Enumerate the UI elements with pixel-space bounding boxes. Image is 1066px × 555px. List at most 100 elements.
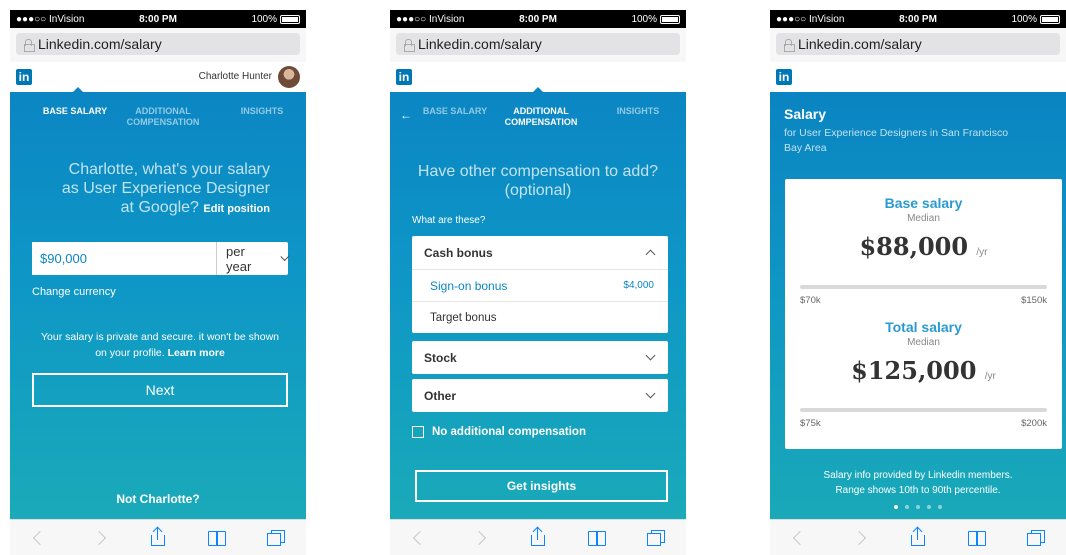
tabs-button[interactable]: [265, 527, 287, 549]
learn-more-link[interactable]: Learn more: [168, 347, 225, 359]
page-indicator[interactable]: [770, 505, 1066, 509]
total-salary-min: $75k: [800, 418, 821, 429]
share-button[interactable]: [147, 526, 169, 549]
chevron-down-icon: [280, 251, 290, 262]
page-dot[interactable]: [916, 505, 920, 509]
tab-additional-compensation[interactable]: ADDITIONAL COMPENSATION: [496, 106, 586, 128]
base-salary-min: $70k: [800, 295, 821, 306]
tab-base-salary[interactable]: BASE SALARY: [36, 106, 114, 117]
tab-insights[interactable]: INSIGHTS: [232, 106, 292, 117]
main-content: Salary for User Experience Designers in …: [770, 92, 1066, 519]
carrier-label: ●●●○○ InVision: [16, 13, 85, 25]
salary-input[interactable]: [32, 242, 216, 275]
lock-icon: [404, 38, 415, 52]
other-accordion[interactable]: Other: [412, 379, 668, 412]
change-currency-link[interactable]: Change currency: [32, 286, 116, 298]
share-button[interactable]: [527, 526, 549, 549]
base-salary-block: Base salary Median $88,000 /yr: [785, 195, 1062, 261]
no-additional-checkbox-row[interactable]: No additional compensation: [412, 426, 586, 438]
page-dot[interactable]: [927, 505, 931, 509]
battery-indicator: 100%: [585, 14, 681, 25]
battery-icon: [660, 14, 681, 24]
other-header[interactable]: Other: [412, 379, 668, 412]
browser-toolbar: [390, 519, 686, 555]
chevron-up-icon: [645, 249, 656, 260]
stock-accordion[interactable]: Stock: [412, 341, 668, 374]
tabs-button[interactable]: [1025, 527, 1047, 549]
bookmarks-button[interactable]: [206, 527, 228, 549]
page-dot[interactable]: [905, 505, 909, 509]
lock-icon: [24, 38, 35, 52]
tab-additional-compensation[interactable]: ADDITIONAL COMPENSATION: [120, 106, 206, 128]
url-field[interactable]: Linkedin.com/salary: [776, 33, 1060, 55]
forward-button[interactable]: [468, 527, 490, 549]
page-dot[interactable]: [894, 505, 898, 509]
tab-base-salary[interactable]: BASE SALARY: [420, 106, 490, 117]
back-chevron-icon: [792, 530, 807, 545]
salary-question: Charlotte, what's your salary as User Ex…: [61, 161, 270, 216]
sign-on-bonus-row[interactable]: Sign-on bonus $4,000: [412, 269, 668, 301]
linkedin-logo-icon[interactable]: in: [776, 69, 792, 85]
what-are-these-link[interactable]: What are these?: [412, 215, 485, 226]
bookmarks-button[interactable]: [966, 527, 988, 549]
bookmarks-icon: [968, 530, 987, 546]
back-chevron-icon: [32, 530, 47, 545]
forward-chevron-icon: [91, 530, 106, 545]
phone-screen-additional-compensation: ●●●○○ InVision 8:00 PM 100% Linkedin.com…: [390, 10, 686, 555]
status-time: 8:00 PM: [139, 13, 177, 25]
battery-icon: [1040, 14, 1061, 24]
total-salary-max: $200k: [1021, 418, 1047, 429]
lock-icon: [784, 38, 795, 52]
tabs-button[interactable]: [645, 527, 667, 549]
base-salary-median-label: Median: [907, 213, 940, 224]
forward-button[interactable]: [848, 527, 870, 549]
total-salary-block: Total salary Median $125,000 /yr: [785, 319, 1062, 385]
carrier-label: ●●●○○ InVision: [396, 13, 465, 25]
linkedin-logo-icon[interactable]: in: [396, 69, 412, 85]
tabs-icon: [267, 529, 286, 546]
forward-chevron-icon: [471, 530, 486, 545]
linkedin-header: in: [770, 62, 1066, 92]
not-user-link[interactable]: Not Charlotte?: [10, 492, 306, 506]
period-select[interactable]: per year: [216, 242, 290, 275]
url-text: Linkedin.com/salary: [418, 36, 542, 52]
next-button[interactable]: Next: [32, 373, 288, 407]
forward-button[interactable]: [88, 527, 110, 549]
carrier-label: ●●●○○ InVision: [776, 13, 845, 25]
edit-position-link[interactable]: Edit position: [203, 203, 270, 215]
salary-card: Base salary Median $88,000 /yr $70k $150…: [785, 179, 1062, 449]
base-salary-range-bar: [800, 285, 1047, 289]
base-salary-title: Base salary: [884, 195, 963, 211]
url-field[interactable]: Linkedin.com/salary: [16, 33, 300, 55]
browser-toolbar: [770, 519, 1066, 555]
main-content: ← BASE SALARY ADDITIONAL COMPENSATION INS…: [390, 92, 686, 519]
privacy-notice: Your salary is private and secure. it wo…: [41, 331, 279, 359]
sign-on-bonus-amount: $4,000: [623, 280, 654, 291]
back-button[interactable]: [789, 527, 811, 549]
target-bonus-row[interactable]: Target bonus: [412, 301, 668, 333]
page-title: Salary: [784, 106, 827, 122]
url-field[interactable]: Linkedin.com/salary: [396, 33, 680, 55]
share-button[interactable]: [907, 526, 929, 549]
get-insights-button[interactable]: Get insights: [415, 470, 668, 502]
salary-info-note: Salary info provided by Linkedin members…: [823, 470, 1013, 496]
tab-insights[interactable]: INSIGHTS: [608, 106, 668, 117]
battery-percent: 100%: [1011, 13, 1038, 25]
chevron-down-icon: [645, 388, 656, 399]
stock-header[interactable]: Stock: [412, 341, 668, 374]
avatar[interactable]: [278, 66, 300, 88]
bookmarks-icon: [208, 530, 227, 546]
back-button[interactable]: [409, 527, 431, 549]
step-tabs: BASE SALARY ADDITIONAL COMPENSATION INSIG…: [10, 106, 306, 138]
bookmarks-button[interactable]: [586, 527, 608, 549]
cash-bonus-accordion: Cash bonus Sign-on bonus $4,000 Target b…: [412, 236, 668, 333]
forward-chevron-icon: [851, 530, 866, 545]
back-button[interactable]: [29, 527, 51, 549]
page-dot[interactable]: [938, 505, 942, 509]
browser-url-bar: Linkedin.com/salary: [10, 28, 306, 62]
battery-percent: 100%: [251, 13, 278, 25]
browser-url-bar: Linkedin.com/salary: [770, 28, 1066, 62]
checkbox[interactable]: [412, 426, 424, 438]
linkedin-logo-icon[interactable]: in: [16, 69, 32, 85]
cash-bonus-header[interactable]: Cash bonus: [412, 236, 668, 269]
